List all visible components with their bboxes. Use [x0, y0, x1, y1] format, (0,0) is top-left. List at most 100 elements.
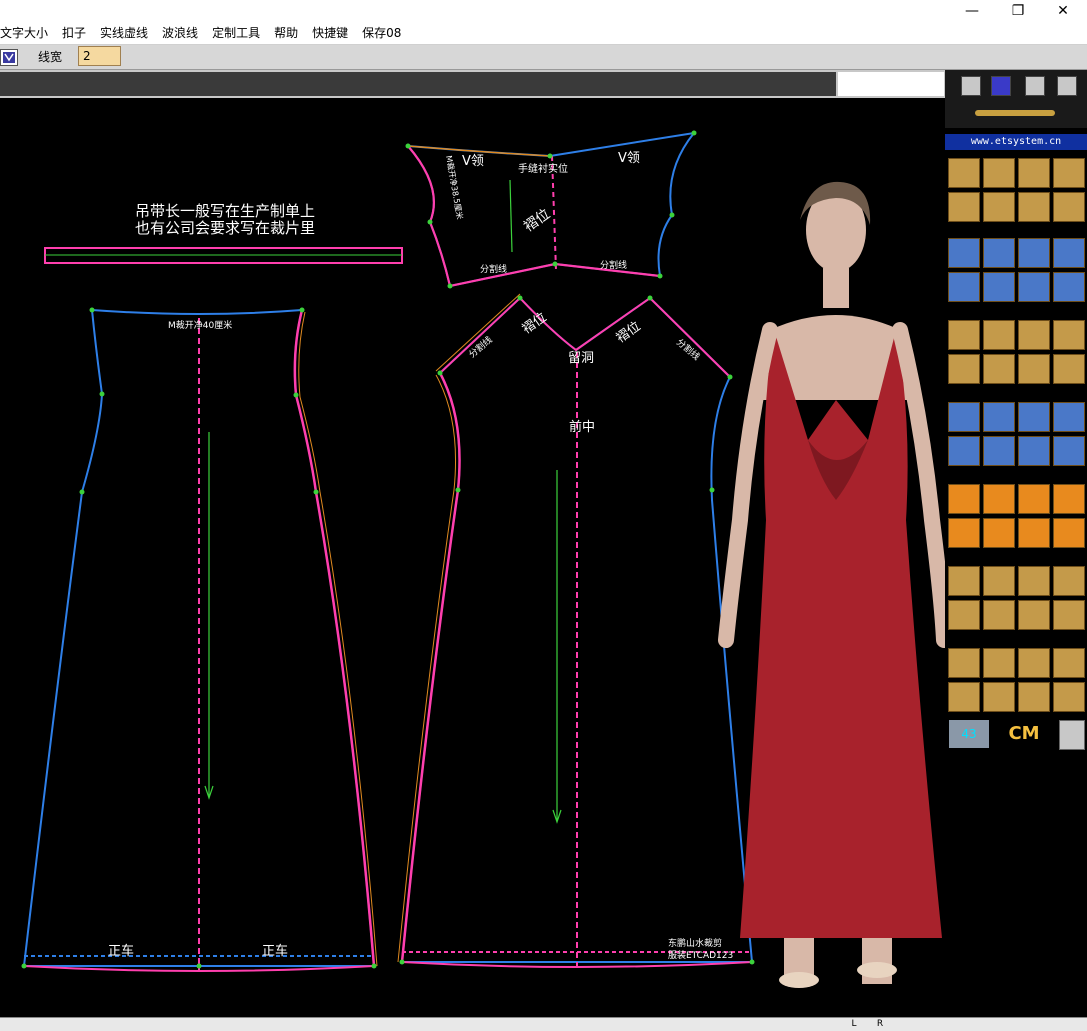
menu-item-1[interactable]: 扣子	[55, 24, 93, 42]
tool-button-2-icon[interactable]	[1018, 158, 1050, 188]
tool-button-37-icon[interactable]	[983, 518, 1015, 548]
tool-button-55-icon[interactable]	[1053, 682, 1085, 712]
menu-item-4[interactable]: 定制工具	[205, 24, 267, 42]
restore-button[interactable]: ❐	[998, 0, 1038, 22]
tool-button-16-icon[interactable]	[948, 320, 980, 350]
title-bar: — ❐ ✕	[0, 0, 1087, 22]
menu-item-5[interactable]: 帮助	[267, 24, 305, 42]
tool-button-36-icon[interactable]	[948, 518, 980, 548]
tool-header-1-icon[interactable]	[961, 76, 981, 96]
tool-header-3-icon[interactable]	[1025, 76, 1045, 96]
close-button[interactable]: ✕	[1043, 0, 1083, 22]
tool-button-44-icon[interactable]	[948, 600, 980, 630]
yoke-cut-left: 分割线	[480, 263, 507, 275]
front-piece[interactable]: 褶位 褶位 留洞 前中 分割线 分割线 东鹏山水裁剪 服装ETCAD123	[397, 293, 755, 968]
back-hem-right: 正车	[262, 943, 288, 959]
status-right-button[interactable]: R	[872, 1019, 888, 1029]
tool-button-4-icon[interactable]	[948, 192, 980, 222]
tool-button-51-icon[interactable]	[1053, 648, 1085, 678]
tool-button-1-icon[interactable]	[983, 158, 1015, 188]
yoke-sew: 手缝衬实位	[518, 162, 568, 175]
tool-button-46-icon[interactable]	[1018, 600, 1050, 630]
tool-button-21-icon[interactable]	[983, 354, 1015, 384]
tool-button-30-icon[interactable]	[1018, 436, 1050, 466]
tool-button-38-icon[interactable]	[1018, 518, 1050, 548]
tool-button-47-icon[interactable]	[1053, 600, 1085, 630]
size-number-box[interactable]: 43	[949, 720, 989, 748]
tool-button-34-icon[interactable]	[1018, 484, 1050, 514]
tool-button-31-icon[interactable]	[1053, 436, 1085, 466]
tool-button-26-icon[interactable]	[1018, 402, 1050, 432]
menu-item-6[interactable]: 快捷键	[305, 24, 355, 42]
app-icon[interactable]	[0, 49, 18, 66]
tool-button-40-icon[interactable]	[948, 566, 980, 596]
tool-button-39-icon[interactable]	[1053, 518, 1085, 548]
back-hem-left: 正车	[108, 943, 134, 959]
back-piece[interactable]: M裁开净40厘米 正车 正车	[21, 307, 378, 972]
tool-button-28-icon[interactable]	[948, 436, 980, 466]
tool-button-7-icon[interactable]	[1053, 192, 1085, 222]
tool-button-17-icon[interactable]	[983, 320, 1015, 350]
tool-button-20-icon[interactable]	[948, 354, 980, 384]
tool-button-48-icon[interactable]	[948, 648, 980, 678]
tool-button-18-icon[interactable]	[1018, 320, 1050, 350]
menu-item-7[interactable]: 保存08	[355, 24, 408, 42]
front-cut-right: 分割线	[674, 336, 702, 363]
yoke-v-right: V领	[618, 151, 640, 166]
menu-bar: 文字大小扣子实线虚线波浪线定制工具帮助快捷键保存08 _ ▫ ✕	[0, 22, 1087, 64]
tool-button-19-icon[interactable]	[1053, 320, 1085, 350]
tool-header-4-icon[interactable]	[1057, 76, 1077, 96]
tool-button-15-icon[interactable]	[1053, 272, 1085, 302]
tool-button-27-icon[interactable]	[1053, 402, 1085, 432]
minimize-button[interactable]: —	[952, 0, 992, 22]
corner-box	[838, 72, 944, 96]
line-width-label: 线宽	[38, 50, 63, 64]
tool-button-41-icon[interactable]	[983, 566, 1015, 596]
pattern-canvas[interactable]: 吊带长一般写在生产制单上 也有公司会要求写在裁片里 M裁开净40厘米 正车 正车	[0, 98, 945, 1016]
yoke-piece[interactable]: V领 V领 手缝衬实位 褶位 M裁开净38.5厘米 分割线 分割线	[405, 130, 697, 289]
tool-button-14-icon[interactable]	[1018, 272, 1050, 302]
tool-button-54-icon[interactable]	[1018, 682, 1050, 712]
status-left-button[interactable]: L	[846, 1019, 862, 1029]
tool-button-13-icon[interactable]	[983, 272, 1015, 302]
tool-button-50-icon[interactable]	[1018, 648, 1050, 678]
note-line-2: 也有公司会要求写在裁片里	[135, 219, 315, 237]
front-keep-hole: 留洞	[568, 351, 594, 366]
tool-button-11-icon[interactable]	[1053, 238, 1085, 268]
status-bar: L R	[0, 1017, 1087, 1031]
menu-item-2[interactable]: 实线虚线	[93, 24, 155, 42]
line-width-input[interactable]: 2	[78, 46, 121, 66]
tool-button-25-icon[interactable]	[983, 402, 1015, 432]
back-top-note: M裁开净40厘米	[168, 319, 232, 331]
tool-button-5-icon[interactable]	[983, 192, 1015, 222]
tool-button-49-icon[interactable]	[983, 648, 1015, 678]
pencil-icon	[975, 110, 1055, 116]
calculator-icon[interactable]	[1059, 720, 1085, 750]
tool-button-32-icon[interactable]	[948, 484, 980, 514]
tool-button-24-icon[interactable]	[948, 402, 980, 432]
tool-button-8-icon[interactable]	[948, 238, 980, 268]
tool-button-22-icon[interactable]	[1018, 354, 1050, 384]
front-center: 前中	[569, 419, 595, 435]
menu-item-3[interactable]: 波浪线	[155, 24, 205, 42]
tool-button-43-icon[interactable]	[1053, 566, 1085, 596]
tool-button-6-icon[interactable]	[1018, 192, 1050, 222]
tool-button-29-icon[interactable]	[983, 436, 1015, 466]
tool-header-2-icon[interactable]	[991, 76, 1011, 96]
tool-button-53-icon[interactable]	[983, 682, 1015, 712]
tool-button-10-icon[interactable]	[1018, 238, 1050, 268]
tool-button-23-icon[interactable]	[1053, 354, 1085, 384]
unit-label[interactable]: CM	[993, 720, 1055, 748]
note-line-1: 吊带长一般写在生产制单上	[135, 202, 315, 220]
tool-button-52-icon[interactable]	[948, 682, 980, 712]
tool-button-33-icon[interactable]	[983, 484, 1015, 514]
tool-button-9-icon[interactable]	[983, 238, 1015, 268]
tool-button-0-icon[interactable]	[948, 158, 980, 188]
tool-button-42-icon[interactable]	[1018, 566, 1050, 596]
menu-item-0[interactable]: 文字大小	[0, 24, 55, 42]
tool-button-45-icon[interactable]	[983, 600, 1015, 630]
tool-button-12-icon[interactable]	[948, 272, 980, 302]
tool-button-3-icon[interactable]	[1053, 158, 1085, 188]
header-icons	[945, 70, 1087, 128]
tool-button-35-icon[interactable]	[1053, 484, 1085, 514]
